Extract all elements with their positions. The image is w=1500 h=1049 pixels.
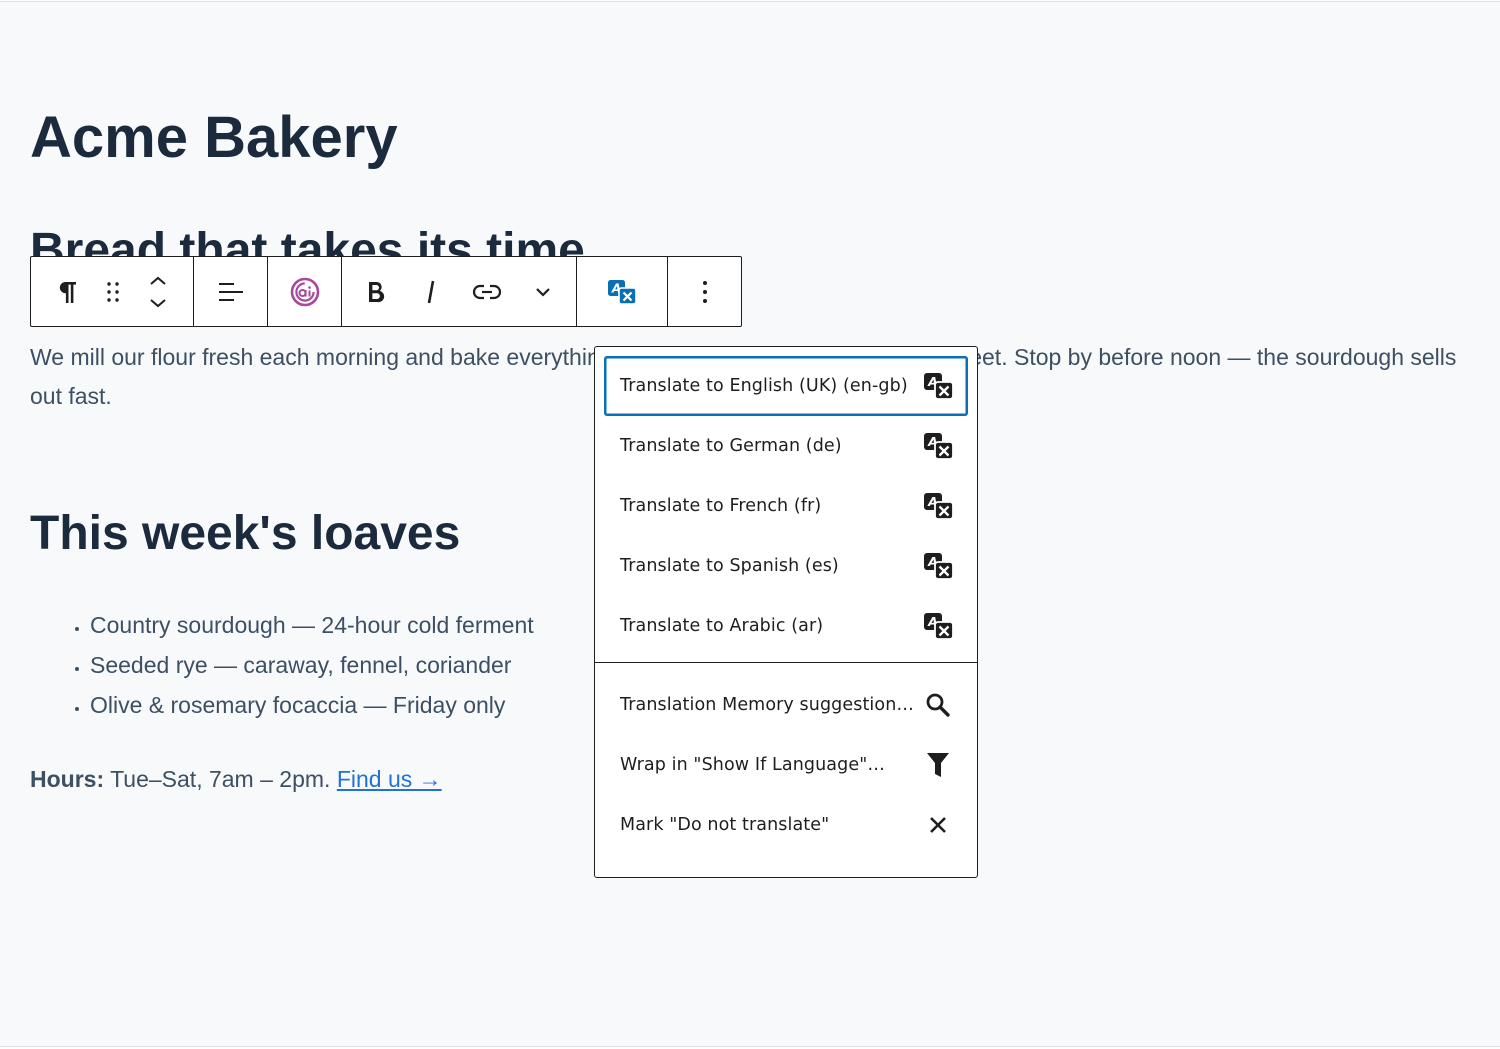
hours-paragraph[interactable]: Hours: Tue–Sat, 7am – 2pm. Find us → [30, 760, 442, 798]
menu-item-label: Translate to French (fr) [620, 496, 822, 516]
options-group [668, 257, 741, 326]
menu-item-translation-memory-suggestions[interactable]: Translation Memory suggestions… [604, 675, 968, 735]
ai-group [268, 257, 342, 326]
translate-icon: A [608, 279, 637, 305]
filter-icon [922, 749, 954, 781]
chevron-down-icon [536, 287, 550, 297]
translate-options: Translate to English (UK) (en-gb) A Transl… [595, 347, 977, 662]
menu-item-label: Translate to English (UK) (en-gb) [620, 376, 908, 396]
translation-tools: Translation Memory suggestions… Wrap in "… [595, 662, 977, 855]
menu-item-translate-to-french-fr[interactable]: Translate to French (fr) A [604, 476, 968, 536]
link-button[interactable] [459, 257, 515, 326]
editor-canvas: Acme Bakery Bread that takes its time We… [0, 1, 1500, 1047]
drag-handle[interactable] [95, 257, 131, 326]
align-group [194, 257, 268, 326]
more-vertical-icon [702, 280, 707, 303]
find-us-link[interactable]: Find us → [337, 766, 442, 792]
close-icon [922, 809, 954, 841]
section-heading[interactable]: This week's loaves [30, 502, 460, 566]
menu-item-translate-to-english-uk-en-gb[interactable]: Translate to English (UK) (en-gb) A [604, 356, 968, 416]
translate-icon: A [922, 610, 954, 642]
menu-item-translate-to-arabic-ar[interactable]: Translate to Arabic (ar) A [604, 596, 968, 656]
translate-icon: A [922, 430, 954, 462]
menu-item-translate-to-german-de[interactable]: Translate to German (de) A [604, 416, 968, 476]
options-button[interactable] [668, 257, 741, 326]
translate-icon: A [922, 370, 954, 402]
menu-item-mark-do-not-translate[interactable]: Mark "Do not translate" [604, 795, 968, 855]
translate-button[interactable]: A [577, 257, 667, 326]
align-button[interactable] [194, 257, 267, 326]
block-switcher-group [31, 257, 194, 326]
drag-handle-icon [107, 281, 119, 302]
chevron-up-icon[interactable] [149, 276, 167, 286]
paragraph-icon [59, 281, 76, 303]
menu-item-label: Mark "Do not translate" [620, 815, 830, 835]
paragraph-button[interactable] [39, 257, 95, 326]
menu-item-label: Translate to Arabic (ar) [620, 616, 824, 636]
bold-icon [369, 281, 385, 302]
block-toolbar: A [30, 256, 742, 327]
list-item[interactable]: Country sourdough — 24-hour cold ferment [90, 605, 534, 645]
chevron-down-icon[interactable] [149, 298, 167, 308]
italic-button[interactable] [405, 257, 457, 326]
list-item[interactable]: Olive & rosemary focaccia — Friday only [90, 685, 534, 725]
italic-icon [427, 280, 434, 303]
search-icon [922, 689, 954, 721]
menu-item-label: Wrap in "Show If Language"… [620, 755, 885, 775]
menu-item-translate-to-spanish-es[interactable]: Translate to Spanish (es) A [604, 536, 968, 596]
menu-item-label: Translate to German (de) [620, 436, 842, 456]
translate-icon: A [922, 490, 954, 522]
more-formats-button[interactable] [518, 257, 568, 326]
link-icon [473, 284, 502, 299]
menu-item-wrap-in-show-if-language[interactable]: Wrap in "Show If Language"… [604, 735, 968, 795]
list-item[interactable]: Seeded rye — caraway, fennel, coriander [90, 645, 534, 685]
site-title[interactable]: Acme Bakery [30, 102, 398, 174]
move-up-down[interactable] [131, 257, 185, 326]
translate-menu: Translate to English (UK) (en-gb) A Transl… [594, 346, 978, 878]
hours-text: Tue–Sat, 7am – 2pm. [104, 766, 337, 792]
loaves-list[interactable]: Country sourdough — 24-hour cold ferment… [30, 605, 534, 725]
align-left-icon [218, 282, 243, 301]
ai-icon [290, 277, 319, 306]
ai-button[interactable] [268, 257, 341, 326]
bold-button[interactable] [350, 257, 402, 326]
menu-item-label: Translation Memory suggestions… [620, 695, 922, 715]
menu-item-label: Translate to Spanish (es) [620, 556, 839, 576]
translate-icon: A [922, 550, 954, 582]
hours-label: Hours: [30, 766, 105, 792]
translate-group: A [577, 257, 668, 326]
format-group [342, 257, 577, 326]
